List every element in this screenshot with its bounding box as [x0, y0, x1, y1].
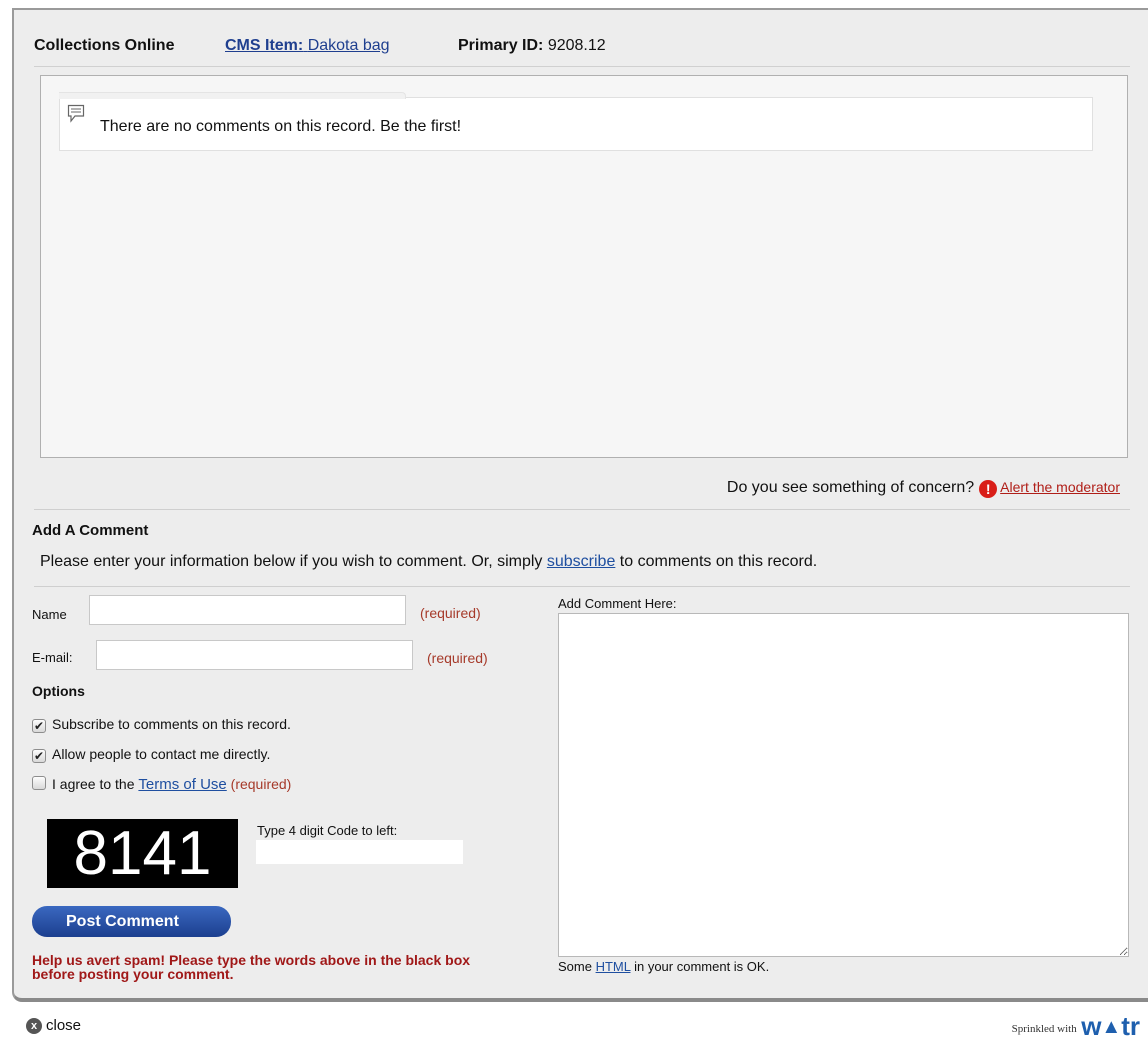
captcha-code-field[interactable] — [256, 840, 463, 864]
allow-contact-option-label: Allow people to contact me directly. — [52, 746, 271, 762]
comment-textarea[interactable] — [558, 613, 1129, 957]
divider — [34, 509, 1130, 510]
primary-id-value: 9208.12 — [547, 37, 606, 54]
allow-contact-checkbox[interactable]: ✔ — [32, 749, 46, 763]
notice-tab — [59, 92, 406, 99]
captcha-code-label: Type 4 digit Code to left: — [257, 823, 398, 838]
subscribe-option-label: Subscribe to comments on this record. — [52, 716, 291, 732]
close-icon: x — [26, 1018, 42, 1034]
terms-required: (required) — [230, 776, 292, 792]
exclamation-icon: ! — [979, 480, 998, 498]
name-field[interactable] — [89, 595, 406, 625]
html-note-before: Some — [558, 959, 596, 974]
captcha-image: 8141 — [47, 819, 238, 888]
no-comments-message: There are no comments on this record. Be… — [100, 118, 462, 135]
email-field[interactable] — [96, 640, 413, 670]
alert-moderator-link[interactable]: Alert the moderator — [1000, 479, 1120, 495]
add-comment-title: Add A Comment — [32, 522, 149, 539]
concern-question: Do you see something of concern? — [726, 479, 975, 496]
intro-text-after: to comments on this record. — [615, 553, 818, 570]
header-divider — [34, 66, 1130, 67]
no-comments-notice: There are no comments on this record. Be… — [59, 92, 1093, 151]
sprinkled-with-watr-logo[interactable]: Sprinkled with w▲tr — [1012, 1011, 1140, 1042]
allow-contact-option[interactable]: ✔ Allow people to contact me directly. — [32, 746, 270, 763]
terms-checkbox[interactable] — [32, 776, 46, 790]
cms-item-value: Dakota bag — [307, 37, 390, 54]
terms-of-use-link[interactable]: Terms of Use — [138, 776, 226, 793]
cms-item-link[interactable]: CMS Item: Dakota bag — [225, 37, 390, 55]
spam-warning: Help us avert spam! Please type the word… — [32, 952, 471, 982]
record-header: Collections Online CMS Item: Dakota bag … — [34, 37, 606, 55]
html-note-after: in your comment is OK. — [630, 959, 770, 974]
primary-id-label: Primary ID: — [458, 37, 544, 54]
cms-item-label: CMS Item: — [225, 37, 304, 54]
speech-bubble-icon — [67, 104, 85, 123]
close-label: close — [46, 1017, 82, 1034]
page-title: Collections Online — [34, 37, 175, 54]
email-required: (required) — [427, 650, 488, 666]
name-label: Name — [32, 607, 67, 622]
name-required: (required) — [420, 605, 481, 621]
html-link[interactable]: HTML — [596, 959, 631, 974]
html-note: Some HTML in your comment is OK. — [558, 959, 769, 974]
comments-list[interactable]: There are no comments on this record. Be… — [40, 75, 1128, 458]
watr-logo: w▲tr — [1081, 1011, 1140, 1041]
concern-row: Do you see something of concern?! Alert t… — [727, 479, 1120, 498]
email-label: E-mail: — [32, 650, 73, 665]
comment-label: Add Comment Here: — [558, 596, 677, 611]
sprinkled-text: Sprinkled with — [1011, 1023, 1077, 1035]
divider — [34, 586, 1130, 587]
subscribe-link[interactable]: subscribe — [547, 553, 615, 570]
primary-id: Primary ID: 9208.12 — [458, 37, 606, 55]
terms-option[interactable]: I agree to the Terms of Use (required) — [32, 776, 291, 793]
post-comment-button[interactable]: Post Comment — [32, 906, 231, 937]
options-title: Options — [32, 683, 85, 699]
add-comment-intro: Please enter your information below if y… — [40, 553, 817, 571]
subscribe-checkbox[interactable]: ✔ — [32, 719, 46, 733]
close-button[interactable]: x close — [26, 1017, 81, 1034]
subscribe-option[interactable]: ✔ Subscribe to comments on this record. — [32, 716, 291, 733]
terms-prefix: I agree to the — [52, 776, 139, 792]
intro-text-before: Please enter your information below if y… — [40, 553, 547, 570]
